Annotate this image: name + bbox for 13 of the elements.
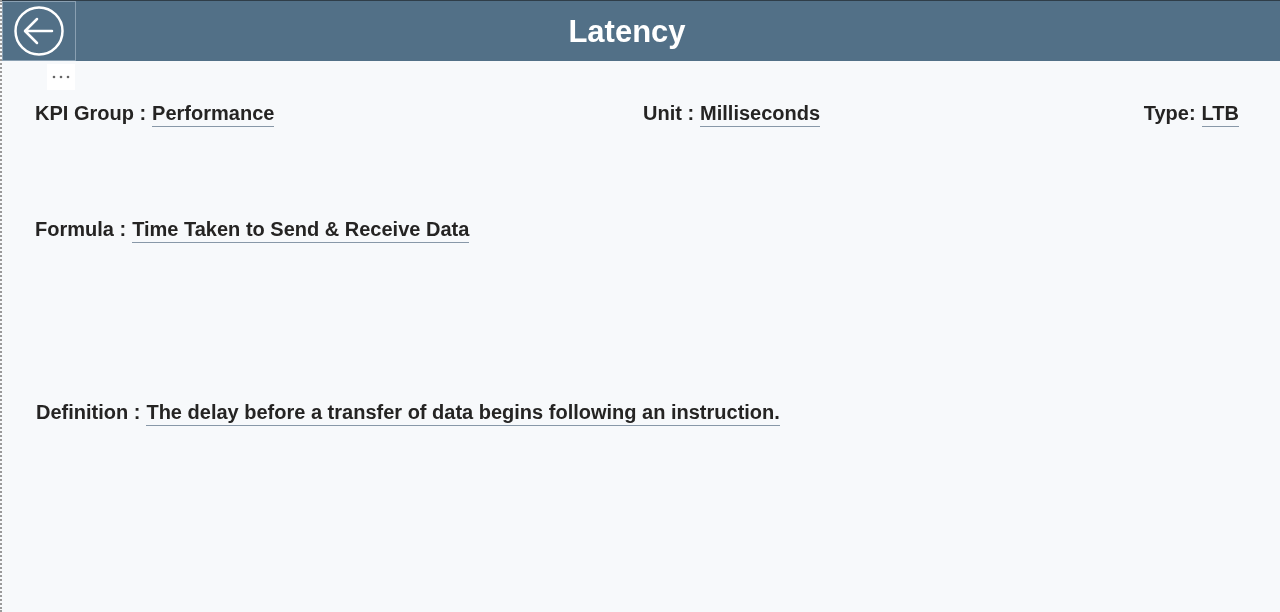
page-title: Latency bbox=[568, 15, 686, 47]
field-label: Type: bbox=[1143, 101, 1196, 126]
field-label: Unit : bbox=[643, 101, 695, 126]
field-value: Milliseconds bbox=[700, 100, 821, 127]
field-label: Formula : bbox=[35, 217, 127, 242]
field-value: LTB bbox=[1201, 100, 1239, 127]
back-button[interactable] bbox=[2, 1, 76, 61]
field-label: Definition : bbox=[36, 400, 141, 425]
field-value: Performance bbox=[152, 100, 275, 127]
field-value: Time Taken to Send & Receive Data bbox=[132, 216, 470, 243]
field-label: KPI Group : bbox=[35, 101, 147, 126]
field-value: The delay before a transfer of data begins following an instruction. bbox=[146, 399, 780, 426]
more-icon bbox=[52, 75, 70, 79]
